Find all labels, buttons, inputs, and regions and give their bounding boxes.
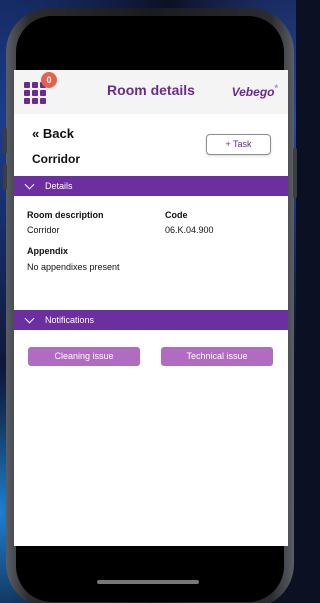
power-button (293, 148, 297, 198)
code-label: Code (165, 210, 188, 220)
brand-logo: Vebego* (232, 83, 278, 99)
room-description-value: Corridor (27, 225, 60, 235)
brand-logo-text: Vebego (231, 85, 275, 99)
app-header: 0 Room details Vebego* (14, 70, 288, 114)
add-task-button[interactable]: + Task (206, 134, 271, 155)
chevron-down-icon (24, 179, 35, 190)
room-name: Corridor (32, 152, 80, 166)
chevron-down-icon (24, 313, 35, 324)
volume-up-button (3, 128, 7, 154)
details-section-label: Details (45, 181, 73, 191)
volume-down-button (3, 164, 7, 190)
details-section-header[interactable]: Details (14, 176, 288, 196)
cleaning-issue-button[interactable]: Cleaning issue (28, 347, 140, 366)
room-description-label: Room description (27, 210, 104, 220)
appendix-value: No appendixes present (27, 262, 120, 272)
brand-logo-mark: * (274, 83, 278, 93)
home-indicator (97, 580, 199, 584)
notifications-section-label: Notifications (45, 315, 95, 325)
app-screen: 0 Room details Vebego* « Back Corridor +… (14, 70, 288, 546)
technical-issue-button[interactable]: Technical issue (161, 347, 273, 366)
code-value: 06.K.04.900 (165, 225, 214, 235)
notifications-section-header[interactable]: Notifications (14, 310, 288, 330)
back-link[interactable]: « Back (32, 126, 74, 141)
appendix-label: Appendix (27, 246, 69, 256)
